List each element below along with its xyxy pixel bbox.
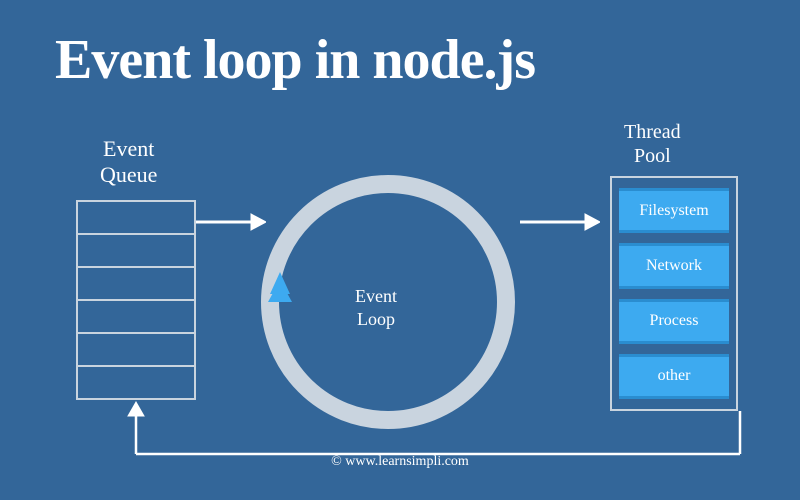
queue-row [78,334,194,367]
thread-pool-box: Filesystem Network Process other [610,176,738,411]
event-queue-label: EventQueue [100,136,157,189]
thread-pool-label: ThreadPool [624,120,681,168]
queue-row [78,268,194,301]
thread-pool-item: Process [619,299,729,344]
queue-row [78,367,194,398]
thread-pool-item: Network [619,243,729,288]
arrow-loop-to-pool [520,210,600,234]
copyright-text: © www.learnsimpli.com [0,454,800,470]
queue-row [78,301,194,334]
thread-pool-item: other [619,354,729,399]
queue-row [78,202,194,235]
queue-row [78,235,194,268]
event-queue-box [76,200,196,400]
page-title: Event loop in node.js [55,28,535,92]
event-loop-label: EventLoop [355,285,397,332]
thread-pool-item: Filesystem [619,188,729,233]
arrow-queue-to-loop [196,210,266,234]
